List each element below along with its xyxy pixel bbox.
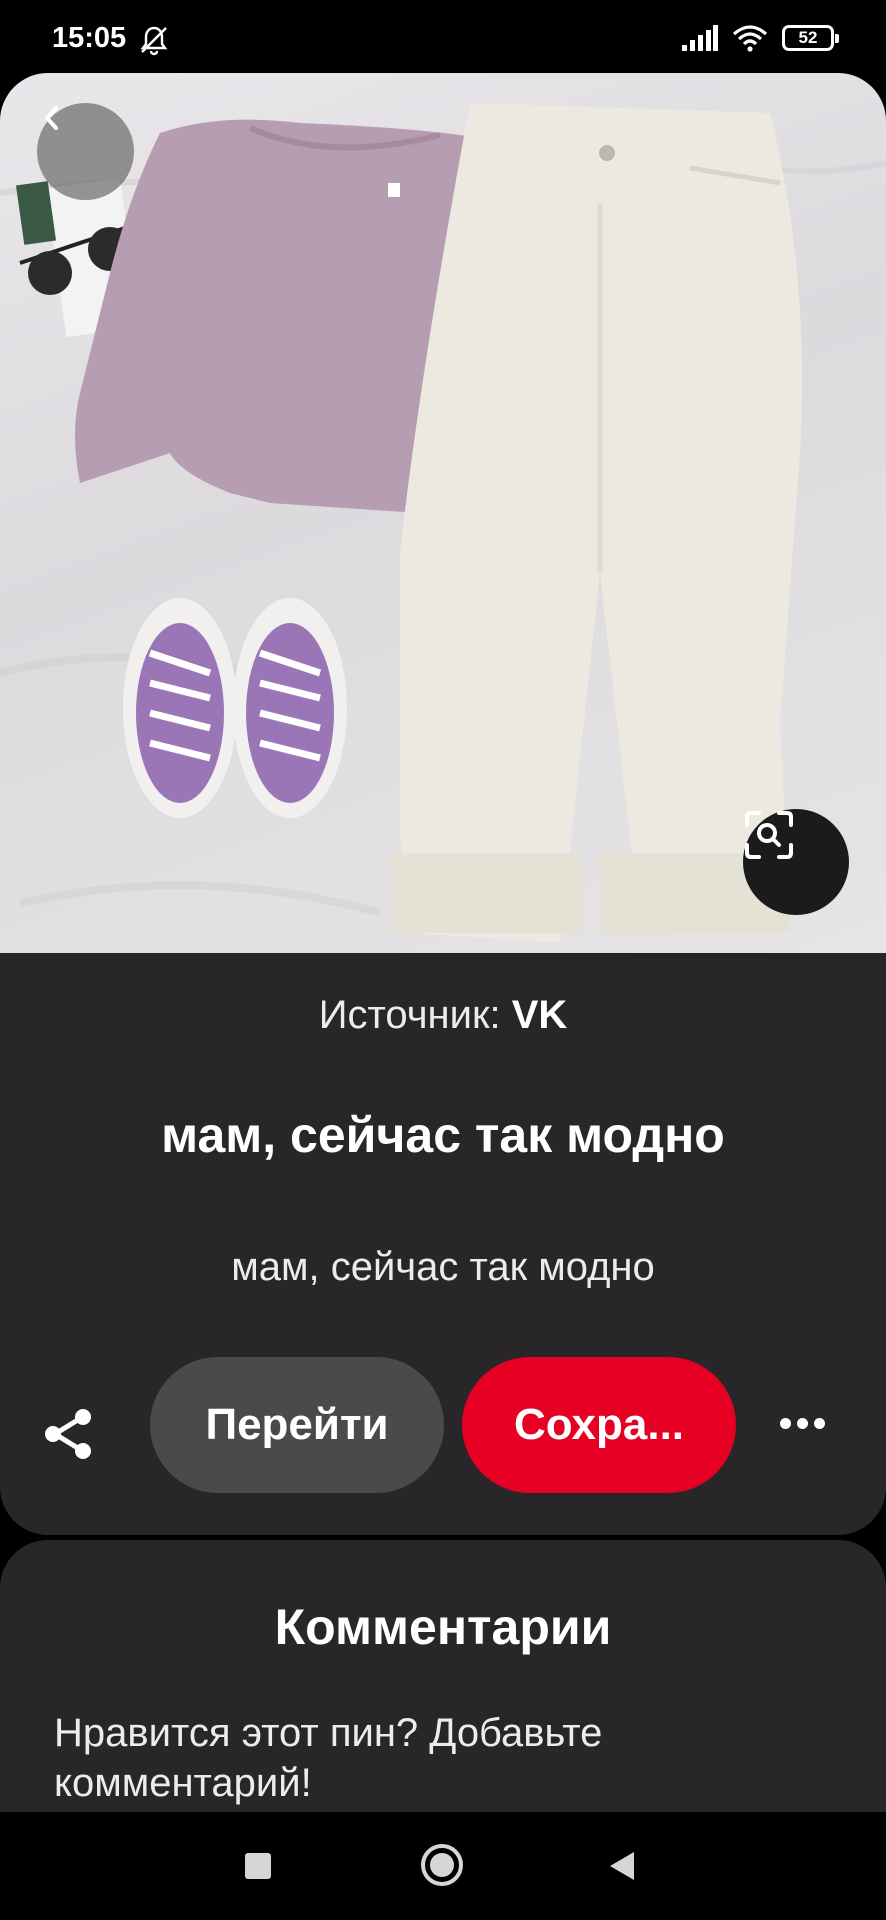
back-button[interactable] [37, 103, 134, 200]
dnd-bell-off-icon [140, 26, 168, 56]
source-name[interactable]: VK [512, 993, 568, 1037]
signal-icon [682, 25, 718, 51]
comments-title: Комментарии [274, 1599, 612, 1655]
pin-card: Источник: VK мам, сейчас так модно мам, … [0, 73, 886, 1535]
status-indicators: 52 [682, 24, 839, 52]
visual-search-button[interactable] [743, 809, 849, 915]
battery-icon: 52 [782, 25, 839, 51]
share-button[interactable] [38, 1403, 100, 1465]
battery-level: 52 [798, 28, 818, 47]
visual-search-icon [745, 811, 793, 859]
status-time: 15:05 [52, 22, 127, 54]
system-nav-bar [0, 1812, 886, 1920]
status-bar: 15:05 52 [0, 0, 886, 75]
visit-button[interactable]: Перейти [150, 1357, 444, 1493]
save-button[interactable]: Сохра... [462, 1357, 736, 1493]
pin-image[interactable] [0, 73, 886, 953]
back-chevron-icon [45, 106, 58, 130]
wifi-icon [732, 25, 768, 52]
share-icon [45, 1409, 91, 1459]
home-icon[interactable] [421, 1844, 463, 1886]
recent-apps-icon[interactable] [245, 1853, 271, 1879]
pin-description: мам, сейчас так модно [231, 1245, 655, 1289]
pin-source[interactable]: Источник: VK [0, 993, 886, 1038]
comments-prompt[interactable]: Нравится этот пин? Добавьте комментарий! [54, 1708, 774, 1808]
back-triangle-icon[interactable] [610, 1852, 634, 1880]
source-label: Источник: [318, 993, 501, 1037]
pin-title: мам, сейчас так модно [161, 1107, 725, 1163]
more-dots-icon[interactable] [772, 1403, 832, 1443]
